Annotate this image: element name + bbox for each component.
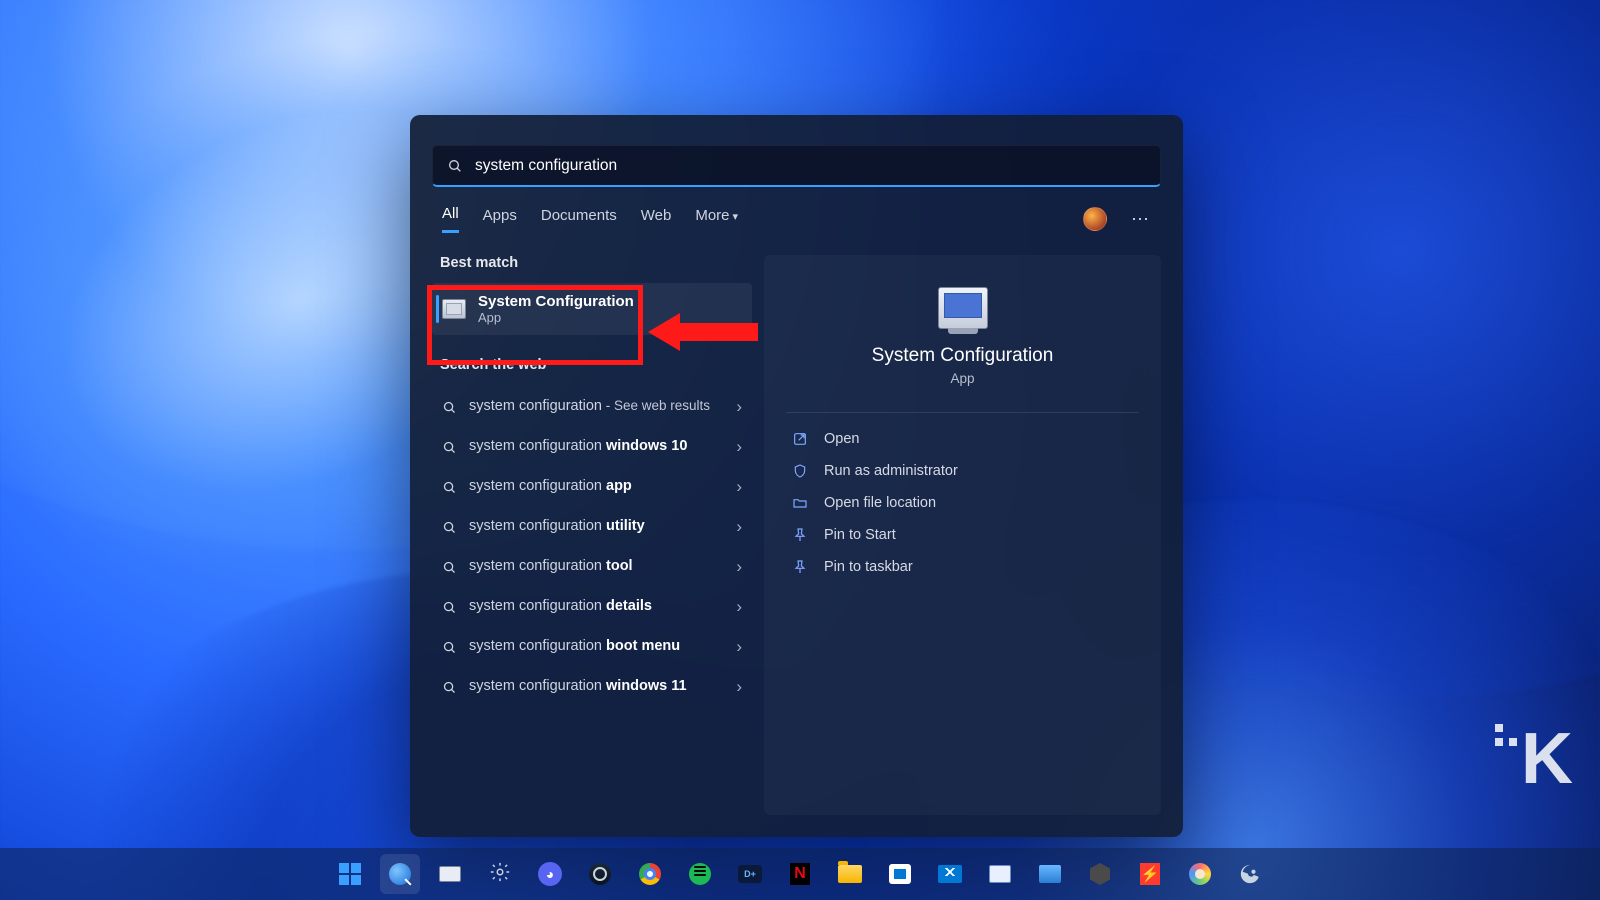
taskbar-explorer[interactable] [830,854,870,894]
action-pin-start[interactable]: Pin to Start [786,519,1139,551]
web-result-text: system configuration details [469,597,724,617]
pin-icon [792,559,808,575]
selection-indicator [436,295,439,323]
web-result-item[interactable]: system configuration details › [432,587,752,627]
search-icon [442,480,457,495]
chevron-right-icon: › [736,517,742,537]
web-result-text: system configuration app [469,477,724,497]
system-configuration-icon [442,299,466,319]
chevron-down-icon: ▾ [733,211,739,223]
taskbar-hex-app[interactable] [1080,854,1120,894]
taskbar-search-button[interactable] [380,854,420,894]
start-search-panel: All Apps Documents Web More▾ ⋯ Best matc… [410,115,1183,837]
best-match-title: System Configuration [478,293,634,310]
action-run-admin[interactable]: Run as administrator [786,455,1139,487]
web-result-text: system configuration windows 11 [469,677,724,697]
chevron-right-icon: › [736,437,742,457]
taskbar-netflix[interactable]: N [780,854,820,894]
start-button[interactable] [330,854,370,894]
web-result-item[interactable]: system configuration windows 10 › [432,427,752,467]
web-result-text: system configuration tool [469,557,724,577]
tab-apps[interactable]: Apps [483,207,517,232]
search-icon [442,400,457,415]
results-left-column: Best match System Configuration App Sear… [432,255,752,815]
search-icon [442,640,457,655]
taskbar-paint[interactable] [1180,854,1220,894]
app-large-icon [938,287,988,329]
user-avatar[interactable] [1083,207,1107,231]
taskbar-chrome[interactable] [630,854,670,894]
web-result-item[interactable]: system configuration app › [432,467,752,507]
web-result-text: system configuration windows 10 [469,437,724,457]
action-open-location[interactable]: Open file location [786,487,1139,519]
web-result-item[interactable]: system configuration - See web results › [432,387,752,427]
web-result-text: system configuration - See web results [469,397,724,417]
best-match-label: Best match [432,255,752,271]
search-icon [447,158,463,174]
chevron-right-icon: › [736,597,742,617]
taskbar-store[interactable] [880,854,920,894]
chevron-right-icon: › [736,397,742,417]
chevron-right-icon: › [736,677,742,697]
taskbar-discord[interactable]: ◕ [530,854,570,894]
folder-icon [792,495,808,511]
web-result-item[interactable]: system configuration boot menu › [432,627,752,667]
chevron-right-icon: › [736,557,742,577]
taskbar-spotify[interactable] [680,854,720,894]
search-icon [442,560,457,575]
web-result-text: system configuration boot menu [469,637,724,657]
search-icon [442,520,457,535]
search-box[interactable] [432,145,1161,187]
preview-title: System Configuration [786,345,1139,367]
taskbar-disney[interactable]: D+ [730,854,770,894]
taskbar-app1[interactable] [980,854,1020,894]
best-match-subtitle: App [478,310,634,325]
pin-icon [792,527,808,543]
search-web-label: Search the web [432,357,752,373]
taskbar-app2[interactable] [1030,854,1070,894]
search-icon [442,600,457,615]
chevron-right-icon: › [736,637,742,657]
tab-documents[interactable]: Documents [541,207,617,232]
taskbar-steam[interactable] [580,854,620,894]
web-result-item[interactable]: system configuration tool › [432,547,752,587]
preview-pane: System Configuration App Open Run as adm… [764,255,1161,815]
tab-all[interactable]: All [442,205,459,233]
taskbar-steam2[interactable] [1230,854,1270,894]
tab-web[interactable]: Web [641,207,672,232]
preview-subtitle: App [786,371,1139,386]
open-icon [792,431,808,447]
web-results-list: system configuration - See web results ›… [432,387,752,707]
watermark: K [1521,718,1570,800]
taskbar-settings[interactable] [480,854,520,894]
best-match-result[interactable]: System Configuration App [432,283,752,335]
tab-more[interactable]: More▾ [695,207,738,232]
web-result-text: system configuration utility [469,517,724,537]
more-options-button[interactable]: ⋯ [1131,209,1151,230]
web-result-item[interactable]: system configuration windows 11 › [432,667,752,707]
search-icon [442,440,457,455]
search-tabs: All Apps Documents Web More▾ ⋯ [432,205,1161,233]
search-input[interactable] [475,157,1146,175]
shield-icon [792,463,808,479]
taskbar-mail[interactable] [930,854,970,894]
task-view-button[interactable] [430,854,470,894]
action-pin-taskbar[interactable]: Pin to taskbar [786,551,1139,583]
taskbar: ◕ D+ N ⚡ [0,848,1600,900]
taskbar-bolt-app[interactable]: ⚡ [1130,854,1170,894]
divider [786,412,1139,413]
chevron-right-icon: › [736,477,742,497]
action-open[interactable]: Open [786,423,1139,455]
search-icon [442,680,457,695]
web-result-item[interactable]: system configuration utility › [432,507,752,547]
